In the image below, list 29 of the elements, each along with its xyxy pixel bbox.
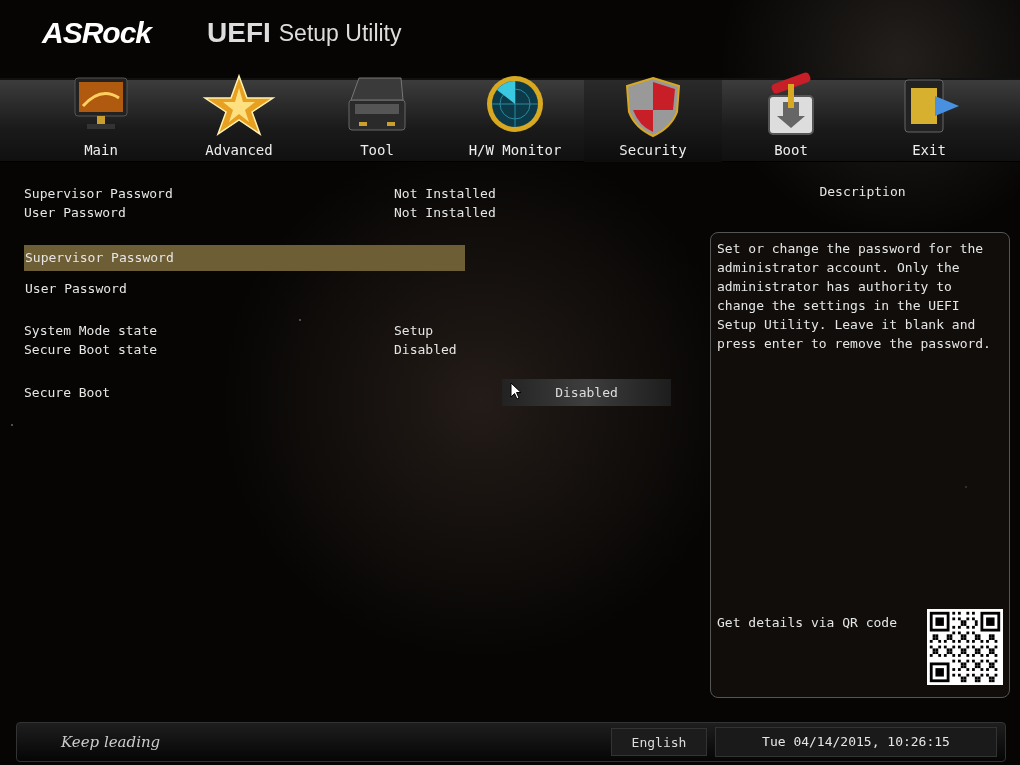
setting-value: Not Installed (394, 186, 496, 201)
option-dropdown[interactable]: Disabled (502, 378, 671, 406)
setting-value: Not Installed (394, 205, 496, 220)
product-name: UEFI (207, 17, 271, 49)
description-heading: Description (818, 184, 907, 201)
setting-label: System Mode state (24, 323, 159, 338)
tab[interactable]: Tool (308, 60, 446, 162)
qr-label: Get details via QR code (717, 615, 897, 630)
tab[interactable]: H/W Monitor (446, 60, 584, 162)
slogan-text: Keep leading (61, 733, 161, 751)
tab[interactable]: Boot (722, 60, 860, 162)
date-time-display: Tue 04/14/2015, 10:26:15 (715, 727, 997, 757)
tab[interactable]: Advanced (170, 60, 308, 162)
qr-code-icon (927, 609, 1003, 685)
setting-label: User Password (24, 205, 127, 220)
setting-label: Secure Boot (24, 384, 112, 400)
tab[interactable]: Exit (860, 60, 998, 162)
menu-item[interactable]: Supervisor Password (24, 245, 465, 271)
setting-value: Disabled (394, 342, 457, 357)
setting-value: Setup (394, 323, 434, 338)
setting-label: Secure Boot state (24, 342, 159, 357)
description-text: Set or change the password for the administrator account. Only the administrator has authority to change the settings in the UEFI Setup Utility. Leave it blank and press enter to remove the password. (717, 240, 992, 353)
mouse-pointer-icon (510, 382, 522, 400)
brand-logo: ASRock (42, 16, 154, 50)
menu-item[interactable]: User Password (24, 276, 465, 302)
setting-label: Supervisor Password (24, 186, 174, 201)
language-button[interactable]: English (611, 728, 707, 756)
tab[interactable]: Main (32, 60, 170, 162)
app-title: Setup Utility (278, 19, 402, 47)
